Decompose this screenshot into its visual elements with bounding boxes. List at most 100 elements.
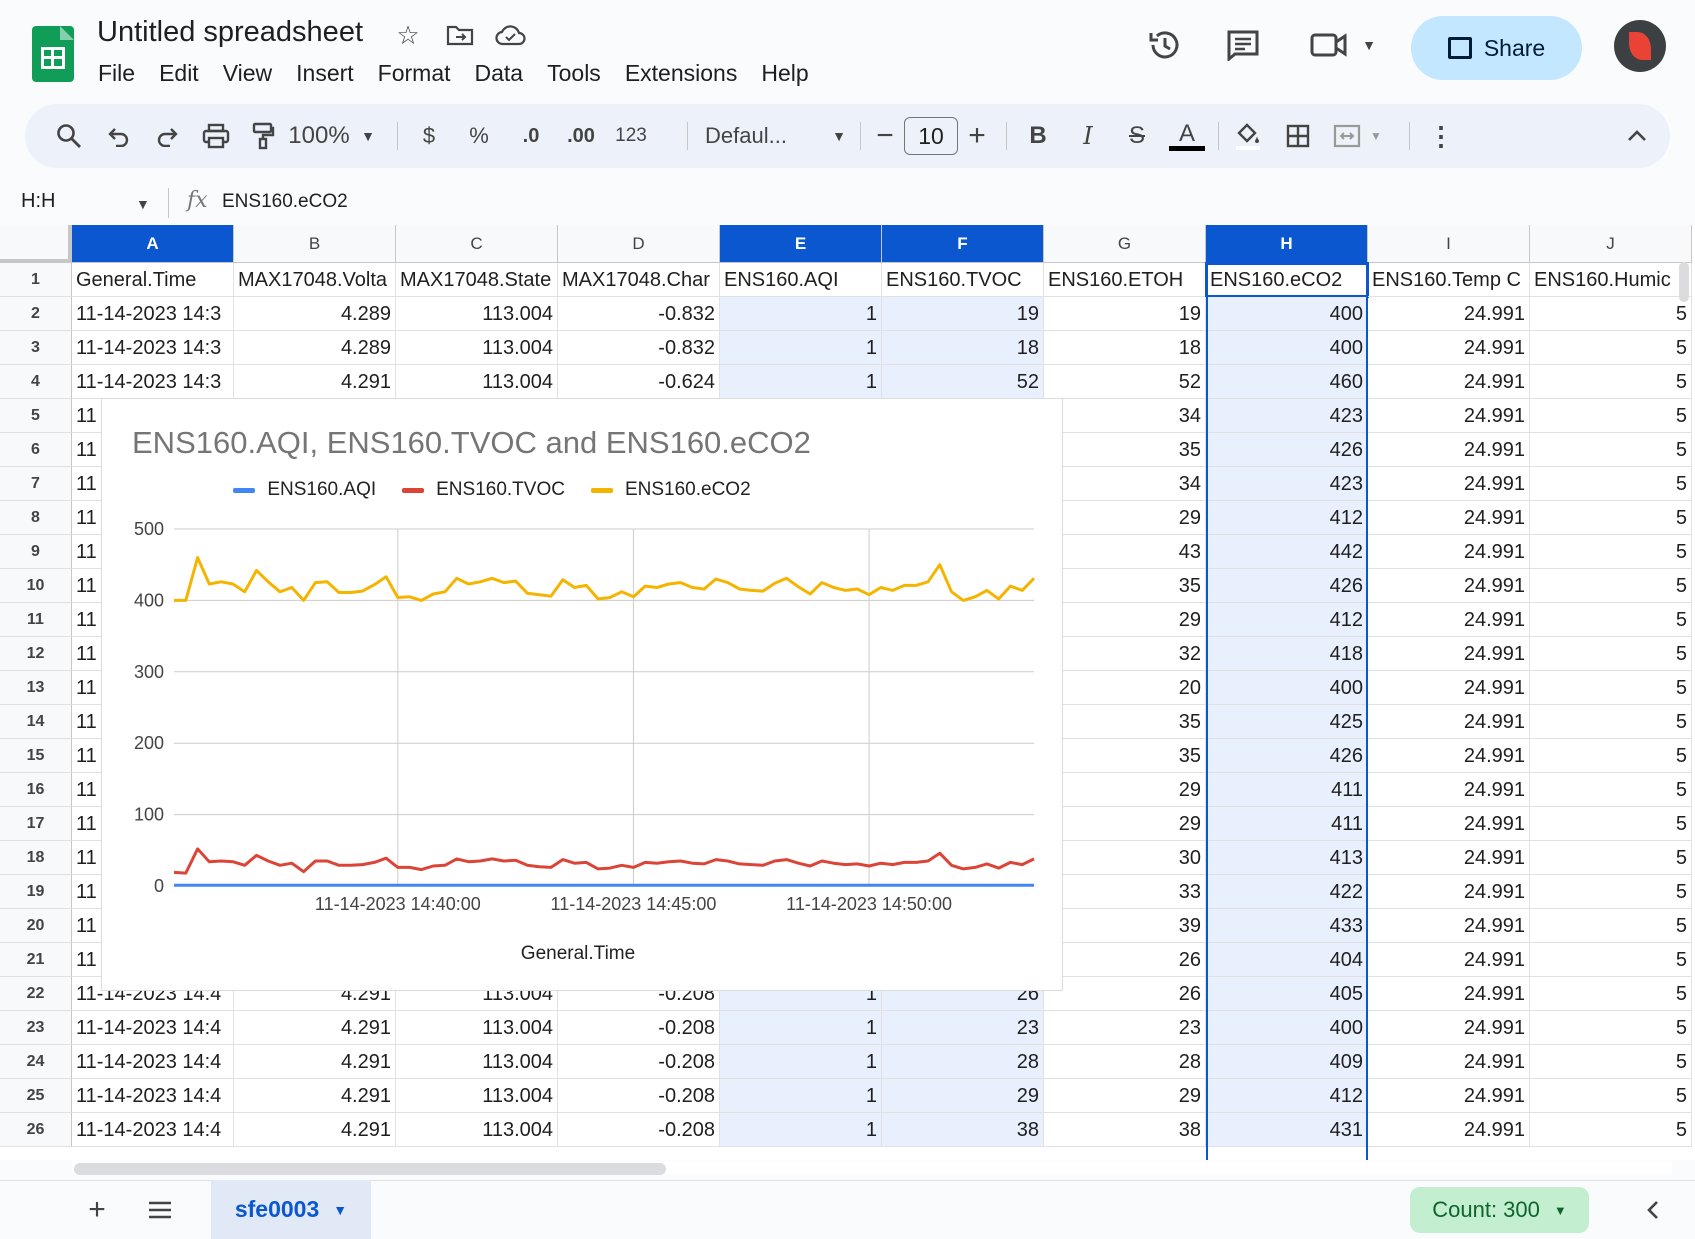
cell-j17[interactable]: 5 (1530, 807, 1692, 841)
row-header[interactable]: 19 (0, 875, 72, 909)
row-header[interactable]: 6 (0, 433, 72, 467)
cell-j15[interactable]: 5 (1530, 739, 1692, 773)
meet-dropdown-icon[interactable]: ▼ (1346, 22, 1392, 68)
row-header[interactable]: 23 (0, 1011, 72, 1045)
cell-g19[interactable]: 33 (1044, 875, 1206, 909)
account-avatar[interactable] (1614, 20, 1666, 72)
borders-icon[interactable] (1278, 104, 1318, 168)
embedded-chart[interactable]: ENS160.AQI, ENS160.TVOC and ENS160.eCO2 … (101, 398, 1063, 991)
move-folder-icon[interactable] (443, 18, 477, 52)
italic-button[interactable]: I (1070, 104, 1106, 168)
menu-tools[interactable]: Tools (535, 58, 613, 89)
all-sheets-icon[interactable] (137, 1188, 183, 1232)
cell-j4[interactable]: 5 (1530, 365, 1692, 399)
search-menus-icon[interactable] (49, 104, 89, 168)
cell-e2[interactable]: 1 (720, 297, 882, 331)
cell-i20[interactable]: 24.991 (1368, 909, 1530, 943)
cell-i11[interactable]: 24.991 (1368, 603, 1530, 637)
cell-h19[interactable]: 422 (1206, 875, 1368, 909)
strikethrough-button[interactable]: S (1119, 104, 1155, 168)
cell-i18[interactable]: 24.991 (1368, 841, 1530, 875)
sheet-tab-dropdown-icon[interactable]: ▼ (333, 1202, 347, 1218)
cell-h9[interactable]: 442 (1206, 535, 1368, 569)
collapse-toolbar-icon[interactable] (1619, 104, 1655, 168)
cell-a23[interactable]: 11-14-2023 14:4 (72, 1011, 234, 1045)
cell-j9[interactable]: 5 (1530, 535, 1692, 569)
cell-i7[interactable]: 24.991 (1368, 467, 1530, 501)
cell-h11[interactable]: 412 (1206, 603, 1368, 637)
column-header-a[interactable]: A (72, 225, 234, 263)
cell-h10[interactable]: 426 (1206, 569, 1368, 603)
cell-j2[interactable]: 5 (1530, 297, 1692, 331)
cell-i5[interactable]: 24.991 (1368, 399, 1530, 433)
document-title[interactable]: Untitled spreadsheet (97, 16, 363, 49)
row-header[interactable]: 8 (0, 501, 72, 535)
cell-h2[interactable]: 400 (1206, 297, 1368, 331)
cell-a26[interactable]: 11-14-2023 14:4 (72, 1113, 234, 1147)
column-header-i[interactable]: I (1368, 225, 1530, 263)
cloud-status-icon[interactable] (494, 18, 528, 52)
print-icon[interactable] (196, 104, 236, 168)
cell-e25[interactable]: 1 (720, 1079, 882, 1113)
cell-f24[interactable]: 28 (882, 1045, 1044, 1079)
cell-g16[interactable]: 29 (1044, 773, 1206, 807)
cell-e1[interactable]: ENS160.AQI (720, 263, 882, 297)
cell-h24[interactable]: 409 (1206, 1045, 1368, 1079)
cell-h25[interactable]: 412 (1206, 1079, 1368, 1113)
cell-c3[interactable]: 113.004 (396, 331, 558, 365)
row-header[interactable]: 4 (0, 365, 72, 399)
side-panel-toggle-icon[interactable] (1630, 1188, 1676, 1232)
cell-d23[interactable]: -0.208 (558, 1011, 720, 1045)
column-header-e[interactable]: E (720, 225, 882, 263)
cell-h18[interactable]: 413 (1206, 841, 1368, 875)
vertical-scrollbar[interactable] (1679, 262, 1689, 302)
cell-g12[interactable]: 32 (1044, 637, 1206, 671)
cell-g23[interactable]: 23 (1044, 1011, 1206, 1045)
cell-c2[interactable]: 113.004 (396, 297, 558, 331)
cell-i12[interactable]: 24.991 (1368, 637, 1530, 671)
cell-i9[interactable]: 24.991 (1368, 535, 1530, 569)
cell-j14[interactable]: 5 (1530, 705, 1692, 739)
cell-i16[interactable]: 24.991 (1368, 773, 1530, 807)
add-sheet-icon[interactable]: + (74, 1188, 120, 1232)
cell-j16[interactable]: 5 (1530, 773, 1692, 807)
merge-dropdown-icon[interactable]: ▼ (1365, 104, 1387, 168)
cell-a3[interactable]: 11-14-2023 14:3 (72, 331, 234, 365)
cell-h23[interactable]: 400 (1206, 1011, 1368, 1045)
cell-f4[interactable]: 52 (882, 365, 1044, 399)
cell-i25[interactable]: 24.991 (1368, 1079, 1530, 1113)
menu-data[interactable]: Data (463, 58, 536, 89)
comments-icon[interactable] (1220, 22, 1266, 68)
cell-h1[interactable]: ENS160.eCO2 (1205, 262, 1369, 298)
cell-h22[interactable]: 405 (1206, 977, 1368, 1011)
cell-j11[interactable]: 5 (1530, 603, 1692, 637)
cell-e4[interactable]: 1 (720, 365, 882, 399)
cell-e3[interactable]: 1 (720, 331, 882, 365)
cell-h15[interactable]: 426 (1206, 739, 1368, 773)
row-header[interactable]: 17 (0, 807, 72, 841)
cell-g4[interactable]: 52 (1044, 365, 1206, 399)
cell-g20[interactable]: 39 (1044, 909, 1206, 943)
font-size-input[interactable]: 10 (904, 117, 958, 155)
cell-h4[interactable]: 460 (1206, 365, 1368, 399)
cell-h17[interactable]: 411 (1206, 807, 1368, 841)
cell-g21[interactable]: 26 (1044, 943, 1206, 977)
cell-g26[interactable]: 38 (1044, 1113, 1206, 1147)
cell-i6[interactable]: 24.991 (1368, 433, 1530, 467)
column-header-j[interactable]: J (1530, 225, 1692, 263)
cell-g24[interactable]: 28 (1044, 1045, 1206, 1079)
cell-j23[interactable]: 5 (1530, 1011, 1692, 1045)
column-header-h[interactable]: H (1206, 225, 1368, 263)
row-header[interactable]: 25 (0, 1079, 72, 1113)
row-header[interactable]: 9 (0, 535, 72, 569)
cell-j20[interactable]: 5 (1530, 909, 1692, 943)
cell-i24[interactable]: 24.991 (1368, 1045, 1530, 1079)
cell-j3[interactable]: 5 (1530, 331, 1692, 365)
cell-g25[interactable]: 29 (1044, 1079, 1206, 1113)
cell-i15[interactable]: 24.991 (1368, 739, 1530, 773)
row-header[interactable]: 26 (0, 1113, 72, 1147)
cell-g11[interactable]: 29 (1044, 603, 1206, 637)
cell-c26[interactable]: 113.004 (396, 1113, 558, 1147)
cell-j22[interactable]: 5 (1530, 977, 1692, 1011)
cell-d25[interactable]: -0.208 (558, 1079, 720, 1113)
